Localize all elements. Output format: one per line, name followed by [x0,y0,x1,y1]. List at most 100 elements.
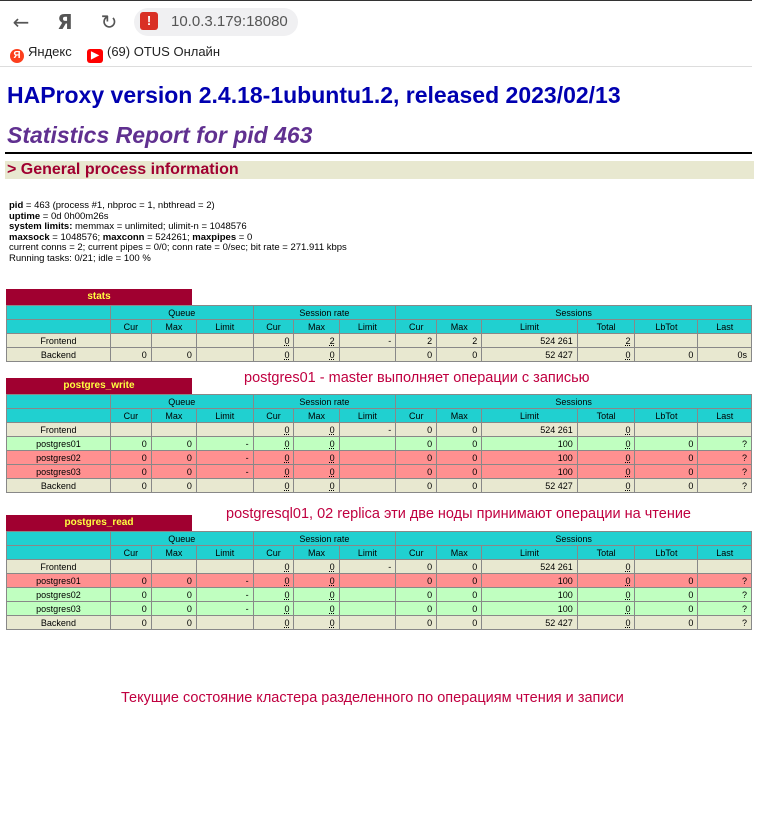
header-sessions: Sessions [395,394,752,409]
page-subtitle: Statistics Report for pid 463 [7,122,313,148]
row-name-frontend[interactable]: Frontend [6,559,111,574]
cell-value: 52 427 [545,480,573,491]
pid-label: pid [9,200,24,211]
cell-s-max: 0 [436,601,483,616]
cell-r-lim [338,347,397,362]
reload-icon[interactable]: ↻ [98,11,120,33]
cell-value: - [388,561,392,572]
cell-last: ? [697,587,752,602]
cell-s-max: 0 [436,587,483,602]
bookmark-yandex[interactable]: Я Яндекс [10,44,72,63]
address-bar[interactable]: ! 10.0.3.179:18080 [134,8,298,36]
cell-q-max: 0 [150,615,197,630]
cell-value: ? [741,438,747,449]
proxy-title-postgres-read[interactable]: postgres_read [6,515,192,531]
cell-value: 0 [625,438,631,449]
cell-r-cur: 0 [252,333,295,348]
header-max: Max [436,319,483,334]
header-lbtot: LbTot [634,408,699,423]
yandex-icon[interactable]: Я [54,11,76,33]
cell-value: ? [741,589,747,600]
cell-value: 2 [625,335,631,346]
cell-r-max: 0 [293,615,340,630]
cell-value: 0 [186,589,192,600]
cell-last: ? [697,464,752,479]
cell-q-max: 0 [150,436,197,451]
cell-s-max: 2 [436,333,483,348]
cell-s-tot: 0 [576,559,636,574]
write-note: postgres01 - master выполняет операции с… [236,368,598,388]
cell-q-lim: - [195,587,254,602]
header-session-rate: Session rate [252,305,397,320]
cell-value: 0 [427,561,433,572]
cell-lbtot: 0 [634,464,699,479]
cell-last: ? [697,478,752,493]
cell-value: 0 [472,438,478,449]
cell-r-max: 0 [293,559,340,574]
row-name-backend[interactable]: Backend [6,347,111,362]
maxsock-label: maxsock [9,231,50,243]
row-name-frontend[interactable]: Frontend [6,422,111,437]
cell-s-cur: 0 [395,559,438,574]
cell-s-lim: 524 261 [481,559,578,574]
cell-value: 0 [688,589,694,600]
cell-lbtot: 0 [634,615,699,630]
url-text[interactable]: 10.0.3.179:18080 [171,13,288,30]
row-name-backend[interactable]: Backend [6,615,111,630]
cell-s-tot: 0 [576,464,636,479]
proxy-title-postgres-write[interactable]: postgres_write [6,378,192,394]
cell-value: 0 [141,603,147,614]
cell-q-lim [195,422,254,437]
cell-value: 0 [329,561,335,572]
cell-value: 524 261 [540,424,573,435]
table-row: postgres01 0 0 - 0 0 0 0 100 0 0? [6,573,752,588]
header-total: Total [576,408,636,423]
cell-value: 0 [427,589,433,600]
cell-lbtot [634,422,699,437]
cell-value: 0 [186,452,192,463]
header-sessions: Sessions [395,531,752,546]
cell-value: 0 [625,603,631,614]
cell-value: 100 [557,589,573,600]
row-name-postgres03[interactable]: postgres03 [6,601,111,616]
cell-value: 0 [329,466,335,477]
cell-value: - [245,603,249,614]
row-name-postgres03[interactable]: postgres03 [6,464,111,479]
cell-lbtot: 0 [634,601,699,616]
uptime-label: uptime [9,210,41,222]
cell-r-cur: 0 [252,601,295,616]
cell-value: ? [741,466,747,477]
cell-value: 0 [625,452,631,463]
warning-icon[interactable]: ! [140,12,158,30]
row-name-backend[interactable]: Backend [6,478,111,493]
cell-r-lim [338,573,397,588]
cell-r-lim [338,450,397,465]
cell-value: 0 [688,575,694,586]
cell-s-cur: 0 [395,347,438,362]
header-session-rate: Session rate [252,531,397,546]
row-name-postgres01[interactable]: postgres01 [6,436,111,451]
proxy-title-stats[interactable]: stats [6,289,192,305]
cell-value: 0 [688,438,694,449]
row-name-postgres02[interactable]: postgres02 [6,587,111,602]
bookmark-otus[interactable]: ▶ (69) OTUS Онлайн [87,44,220,63]
cell-q-max [150,422,197,437]
row-name-postgres01[interactable]: postgres01 [6,573,111,588]
cell-value: 0 [329,480,335,491]
window-border [0,0,752,1]
header-blank [6,545,111,560]
row-name-postgres02[interactable]: postgres02 [6,450,111,465]
cell-value: 0 [472,466,478,477]
cell-q-cur [109,559,152,574]
cell-value: 52 427 [545,617,573,628]
cell-r-lim: - [338,559,397,574]
cell-value: 0 [427,617,433,628]
header-session-rate: Session rate [252,394,397,409]
back-arrow-icon[interactable]: ← [10,11,32,33]
row-name-frontend[interactable]: Frontend [6,333,111,348]
uptime-value: = 0d 0h00m26s [40,210,109,222]
cell-s-lim: 100 [481,436,578,451]
cell-s-tot: 0 [576,422,636,437]
header-last: Last [697,319,752,334]
cell-q-cur [109,333,152,348]
